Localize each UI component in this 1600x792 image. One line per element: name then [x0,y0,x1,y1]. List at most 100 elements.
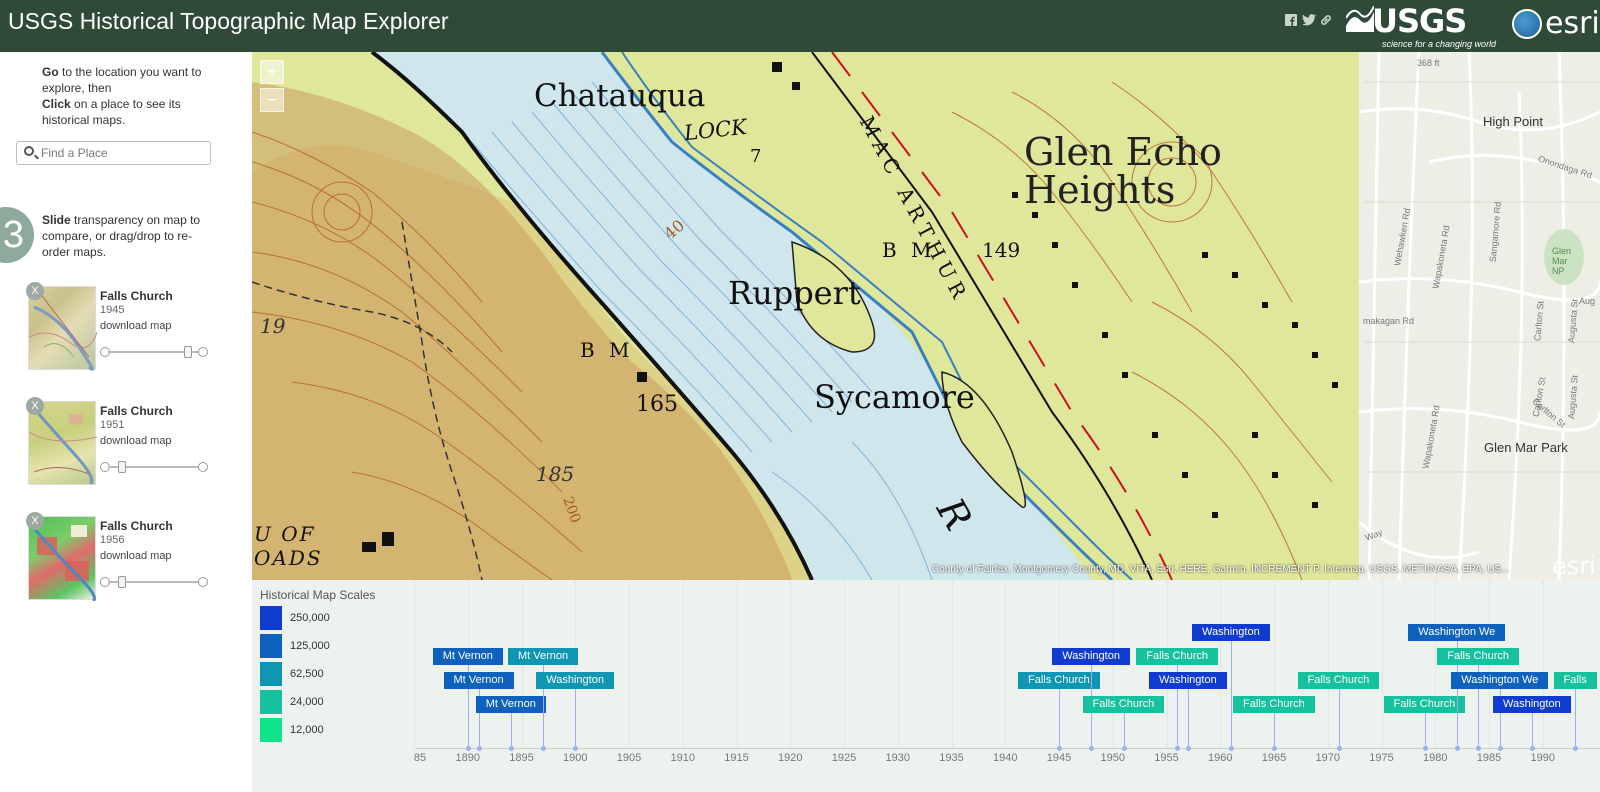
map-name: Falls Church [100,404,173,418]
scale-label: 250,000 [290,612,330,624]
download-map-link[interactable]: download map [100,435,172,447]
timeline-dot [1530,746,1535,751]
search-input[interactable] [41,145,206,161]
map-label: U OF [254,522,316,546]
timeline-map-tag[interactable]: Falls Church [1082,696,1165,713]
timeline-gridline [1327,580,1329,748]
map-card[interactable]: X Falls Church 1945 download map [26,282,212,376]
timeline-stem [1274,713,1275,748]
slider-max-icon[interactable] [198,577,208,587]
timeline-map-tag[interactable]: Washington We [1408,624,1506,641]
timeline-map-tag[interactable]: Falls Church [1297,672,1380,689]
transparency-slider[interactable] [100,461,208,473]
map-label: Sycamore [814,378,975,416]
instruction-click: Click on a place to see its historical m… [42,97,181,127]
timeline-map-tag[interactable]: Washington We [1451,672,1549,689]
timeline-dot [508,746,514,751]
scale-swatch [260,662,282,686]
slider-max-icon[interactable] [198,347,208,357]
map-label: OADS [254,546,323,570]
transparency-slider[interactable] [100,576,208,588]
link-icon[interactable] [1320,14,1332,29]
timeline-axis-label: 1980 [1423,752,1448,764]
timeline-dot [476,746,482,751]
timeline-dot [1121,746,1127,751]
timeline-map-tag[interactable]: Washington [1052,648,1130,665]
timeline-chart[interactable]: 85 1890 1895 1900 1905 1910 1915 1920 1925 1930 19… [413,580,1600,792]
usgs-logo[interactable]: USGS science for a changing world [1346,2,1496,49]
zoom-in-button[interactable]: + [260,60,284,84]
scales-legend-title: Historical Map Scales [260,588,376,602]
map-card[interactable]: X Falls Church 1956 download map [26,512,212,606]
esri-wordmark[interactable]: esri [1545,6,1600,41]
timeline-stem [1123,713,1125,748]
timeline-map-tag[interactable]: Falls [1553,672,1597,689]
timeline-axis-label: 1960 [1208,752,1233,764]
timeline-map-tag[interactable]: Falls Church [1437,648,1519,665]
timeline-map-tag[interactable]: Falls Church [1383,696,1466,713]
timeline-axis-label: 1900 [563,752,588,764]
map-label: 149 [982,238,1021,262]
timeline-axis-label: 1895 [509,752,534,764]
map-card[interactable]: X Falls Church 1951 download map [26,397,212,491]
timeline-gridline [790,580,792,748]
timeline-map-tag[interactable]: Falls Church [1136,648,1218,665]
timeline-map-tag[interactable]: Mt Vernon [443,672,514,689]
timeline-panel: Historical Map Scales 250,000 125,000 62,5… [252,580,1600,792]
timeline-gridline [951,580,953,748]
timeline-map-tag[interactable]: Washington [1149,672,1227,689]
download-map-link[interactable]: download map [100,550,172,562]
usgs-wave-icon [1346,6,1374,32]
map-attribution: County of Fairfax, Montgomery County, MD… [932,564,1510,575]
timeline-map-tag[interactable]: Washington [1493,696,1571,713]
timeline-map-tag[interactable]: Mt Vernon [432,648,503,665]
map-view[interactable]: + − Chatauqua LOCK 7 MAC ARTHUR Glen Ech… [252,52,1600,580]
remove-map-button[interactable]: X [26,282,44,300]
zoom-out-button[interactable]: − [260,88,284,112]
timeline-dot [1089,746,1095,751]
timeline-axis-label: 1945 [1046,752,1072,764]
slider-max-icon[interactable] [198,462,208,472]
timeline-axis-label: 1990 [1530,752,1555,764]
twitter-icon[interactable] [1302,14,1316,29]
timeline-map-tag[interactable]: Mt Vernon [508,648,579,665]
download-map-link[interactable]: download map [100,320,172,332]
timeline-map-tag[interactable]: Washington [1192,624,1270,641]
timeline-gridline [682,580,684,748]
basemap[interactable]: High Point Glen Mar Park Glen Mar NP Ono… [1358,52,1600,580]
search-box[interactable] [16,141,211,165]
timeline-axis-label: 1890 [455,752,480,764]
slider-handle[interactable] [118,576,127,588]
usgs-wordmark: USGS [1372,2,1467,40]
timeline-dot [1057,746,1062,751]
timeline-axis-label: 1905 [616,752,642,764]
facebook-icon[interactable] [1285,14,1297,29]
remove-map-button[interactable]: X [26,512,44,530]
timeline-map-tag[interactable]: Washington [536,672,614,689]
timeline-axis-label: 1910 [670,752,695,764]
timeline-dot [1497,746,1503,751]
timeline-axis-label: 1955 [1154,752,1179,764]
timeline-axis-label: 1925 [831,752,857,764]
slider-handle[interactable] [183,346,192,358]
timeline-axis-label: 85 [413,752,427,764]
timeline-gridline [629,580,630,748]
transparency-slider[interactable] [100,346,208,358]
scale-swatch [260,634,282,658]
map-place-label: High Point [1483,114,1543,129]
timeline-dot [1272,746,1277,751]
timeline-map-tag[interactable]: Falls Church [1018,672,1100,689]
timeline-map-tag[interactable]: Falls Church [1233,696,1315,713]
scale-swatch [260,718,282,742]
scale-label: 24,000 [290,696,324,708]
street-label: makagan Rd [1363,316,1415,326]
timeline-dot [1573,746,1578,751]
slider-handle[interactable] [118,461,127,473]
map-year: 1945 [100,304,125,316]
timeline-axis-label: 1915 [724,752,749,764]
timeline-stem [510,713,512,748]
timeline-stem [1231,641,1232,748]
timeline-map-tag[interactable]: Mt Vernon [475,696,546,713]
timeline-dot [541,746,546,751]
remove-map-button[interactable]: X [26,397,44,415]
